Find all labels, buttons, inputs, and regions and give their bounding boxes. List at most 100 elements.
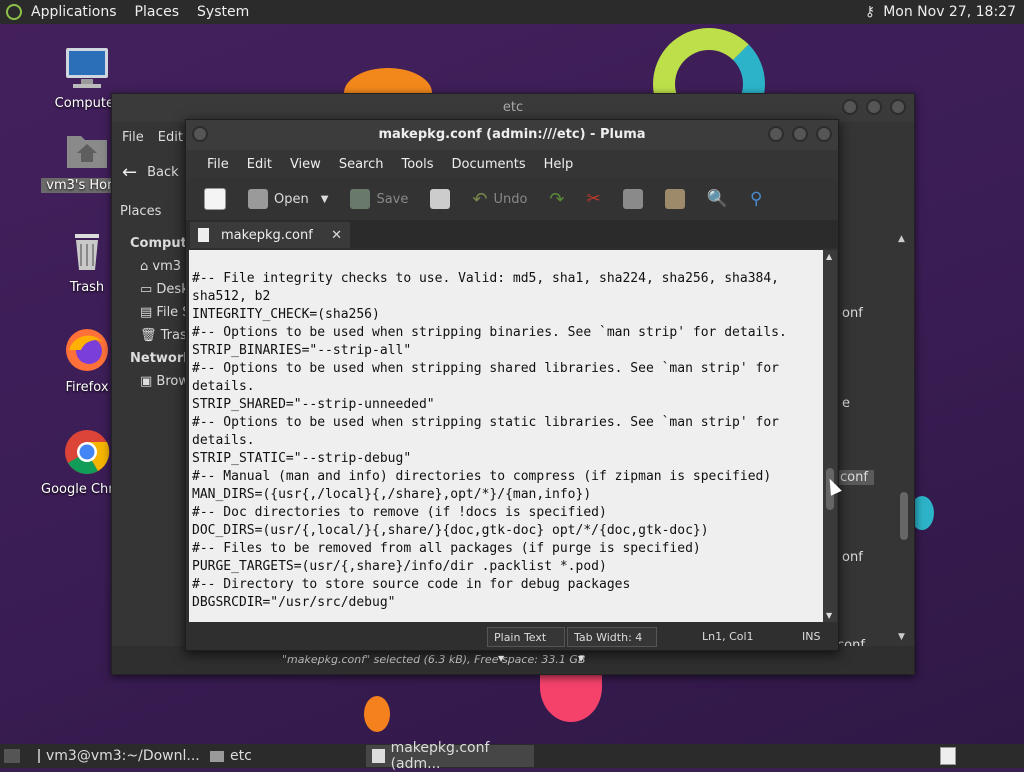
scroll-up-icon[interactable]: ▲ bbox=[898, 234, 905, 244]
chevron-down-icon[interactable]: ▼ bbox=[321, 194, 329, 205]
new-button[interactable] bbox=[196, 188, 234, 210]
code-line: #-- Options to be used when stripping st… bbox=[192, 415, 779, 430]
menu-edit[interactable]: Edit bbox=[238, 157, 281, 172]
replace-button[interactable]: ⚲ bbox=[742, 189, 770, 209]
code-line: #-- Manual (man and info) directories to… bbox=[192, 469, 772, 484]
insert-mode: INS bbox=[802, 630, 821, 643]
language-dropdown[interactable]: Plain Text ▼ bbox=[487, 627, 565, 663]
file-manager-titlebar[interactable]: etc bbox=[112, 94, 914, 122]
text-editor-area[interactable]: #-- File integrity checks to use. Valid:… bbox=[189, 250, 823, 622]
top-panel: Applications Places System ⚷ Mon Nov 27,… bbox=[0, 0, 1024, 24]
close-icon[interactable]: ✕ bbox=[331, 228, 342, 243]
menu-help[interactable]: Help bbox=[535, 157, 583, 172]
code-line: PURGE_TARGETS=(usr/{,share}/info/dir .pa… bbox=[192, 559, 607, 574]
places-dropdown[interactable]: Places bbox=[120, 204, 161, 219]
pluma-statusbar: Plain Text ▼ Tab Width: 4 ▼ Ln1, Col1 IN… bbox=[186, 622, 838, 663]
new-document-icon bbox=[204, 188, 226, 210]
places-menu[interactable]: Places bbox=[126, 4, 189, 20]
undo-icon: ↶ bbox=[472, 188, 488, 210]
cursor-position: Ln1, Col1 bbox=[702, 630, 754, 643]
paste-icon bbox=[664, 189, 685, 209]
save-button[interactable]: Save bbox=[342, 189, 416, 209]
code-line: #-- Directory to store source code in fo… bbox=[192, 577, 631, 592]
print-button[interactable] bbox=[422, 189, 458, 209]
pluma-toolbar: Open ▼ Save ↶ Undo ↷ ✂ 🔍 ⚲ bbox=[186, 178, 838, 220]
minimize-button[interactable] bbox=[768, 126, 784, 142]
clock[interactable]: Mon Nov 27, 18:27 bbox=[883, 4, 1016, 20]
pluma-window: makepkg.conf (admin:///etc) - Pluma File… bbox=[185, 119, 839, 663]
back-button[interactable]: ← Back bbox=[122, 162, 179, 183]
firefox-icon bbox=[66, 329, 108, 371]
folder-open-icon bbox=[248, 189, 268, 209]
redo-icon: ↷ bbox=[549, 188, 565, 210]
workspace-switcher-icon[interactable] bbox=[940, 747, 956, 765]
chrome-icon bbox=[65, 430, 110, 474]
minimize-button[interactable] bbox=[842, 99, 858, 115]
scroll-down-icon[interactable]: ▼ bbox=[898, 632, 905, 642]
window-title: makepkg.conf (admin:///etc) - Pluma bbox=[378, 127, 646, 142]
applications-menu[interactable]: Applications bbox=[22, 4, 126, 20]
file-manager-scrollbar[interactable]: ▲ ▼ bbox=[898, 230, 910, 642]
tab-width-dropdown[interactable]: Tab Width: 4 ▼ bbox=[567, 627, 657, 663]
maximize-button[interactable] bbox=[866, 99, 882, 115]
system-menu[interactable]: System bbox=[188, 4, 258, 20]
file-label[interactable]: onf bbox=[842, 550, 863, 565]
scroll-thumb[interactable] bbox=[900, 492, 908, 540]
task-file-manager[interactable]: etc bbox=[204, 745, 366, 767]
menu-search[interactable]: Search bbox=[330, 157, 393, 172]
open-label: Open bbox=[274, 191, 309, 207]
tab-makepkg-conf[interactable]: makepkg.conf ✕ bbox=[190, 222, 350, 248]
code-line: STRIP_BINARIES="--strip-all" bbox=[192, 343, 412, 358]
code-line: #-- Files to be removed from all package… bbox=[192, 541, 701, 556]
close-button[interactable] bbox=[890, 99, 906, 115]
menu-file[interactable]: File bbox=[198, 157, 238, 172]
task-terminal[interactable]: vm3@vm3:~/Downl... bbox=[32, 745, 204, 767]
pluma-titlebar[interactable]: makepkg.conf (admin:///etc) - Pluma bbox=[186, 120, 838, 150]
task-pluma[interactable]: makepkg.conf (adm... bbox=[366, 740, 534, 772]
trash-icon bbox=[75, 234, 99, 270]
cut-button[interactable]: ✂ bbox=[579, 189, 609, 209]
file-label-selected[interactable]: conf bbox=[834, 470, 874, 485]
code-line: DOC_DIRS=(usr/{,local/}{,share/}{doc,gtk… bbox=[192, 523, 709, 538]
mate-logo-icon[interactable] bbox=[6, 4, 22, 20]
redo-button[interactable]: ↷ bbox=[541, 189, 572, 210]
find-button[interactable]: 🔍 bbox=[699, 189, 736, 209]
pluma-menubar: File Edit View Search Tools Documents He… bbox=[186, 150, 838, 178]
save-icon bbox=[350, 189, 371, 209]
tab-width-label: Tab Width: 4 bbox=[574, 631, 643, 644]
computer-icon bbox=[66, 48, 108, 88]
code-line: #-- Doc directories to remove (if !docs … bbox=[192, 505, 607, 520]
editor-scrollbar[interactable]: ▲ ▼ bbox=[823, 250, 837, 622]
open-button[interactable]: Open ▼ bbox=[240, 189, 336, 209]
pluma-tabbar: makepkg.conf ✕ bbox=[186, 220, 838, 248]
save-label: Save bbox=[376, 191, 409, 207]
copy-button[interactable] bbox=[615, 189, 651, 209]
code-content: #-- File integrity checks to use. Valid:… bbox=[189, 250, 823, 612]
chevron-down-icon: ▼ bbox=[498, 654, 505, 663]
print-icon bbox=[430, 189, 451, 209]
menu-file[interactable]: File bbox=[122, 130, 144, 145]
file-label[interactable]: onf bbox=[842, 306, 863, 321]
undo-button[interactable]: ↶ Undo bbox=[464, 189, 535, 210]
search-icon: 🔍 bbox=[706, 189, 728, 209]
file-label[interactable]: e bbox=[842, 396, 850, 411]
menu-view[interactable]: View bbox=[281, 157, 330, 172]
scroll-up-icon[interactable]: ▲ bbox=[826, 252, 832, 261]
menu-tools[interactable]: Tools bbox=[392, 157, 442, 172]
close-button[interactable] bbox=[816, 126, 832, 142]
cut-icon: ✂ bbox=[586, 189, 601, 209]
task-label: makepkg.conf (adm... bbox=[390, 740, 490, 772]
task-label: vm3@vm3:~/Downl... bbox=[46, 748, 200, 764]
menu-documents[interactable]: Documents bbox=[443, 157, 535, 172]
scroll-down-icon[interactable]: ▼ bbox=[826, 611, 832, 620]
network-key-icon[interactable]: ⚷ bbox=[865, 4, 875, 20]
home-folder-icon bbox=[67, 136, 107, 168]
window-menu-button[interactable] bbox=[192, 126, 208, 142]
copy-icon bbox=[622, 189, 643, 209]
code-line: details. bbox=[192, 379, 255, 394]
maximize-button[interactable] bbox=[792, 126, 808, 142]
folder-icon bbox=[210, 750, 224, 762]
show-desktop-icon[interactable] bbox=[4, 749, 20, 763]
menu-edit[interactable]: Edit bbox=[158, 130, 183, 145]
paste-button[interactable] bbox=[657, 189, 693, 209]
